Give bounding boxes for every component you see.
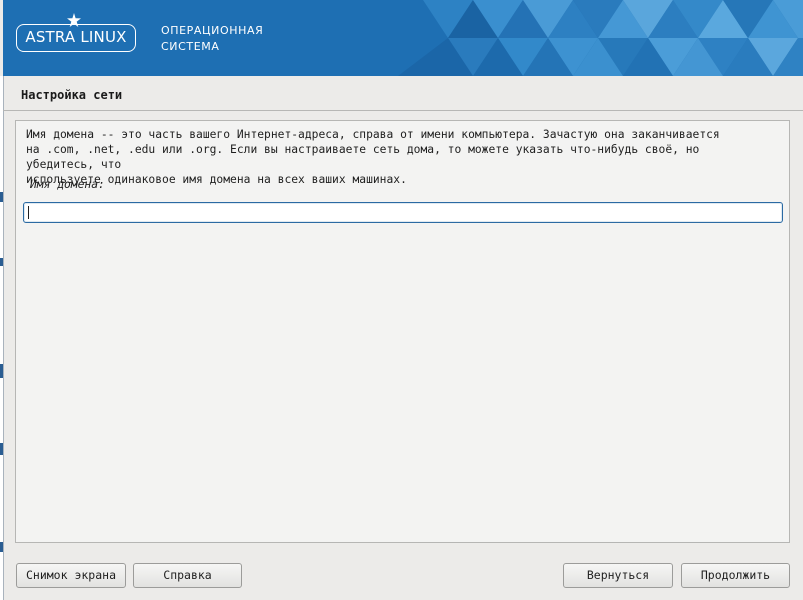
edge-mark: [0, 258, 3, 266]
domain-field-label: Имя домена:: [30, 178, 105, 191]
subtitle-line-1: ОПЕРАЦИОННАЯ: [161, 24, 264, 37]
screenshot-button[interactable]: Снимок экрана: [16, 563, 126, 588]
text-caret: [28, 206, 29, 219]
content-panel: Имя домена -- это часть вашего Интернет-…: [15, 120, 790, 543]
edge-mark: [0, 542, 3, 552]
continue-button[interactable]: Продолжить: [681, 563, 790, 588]
edge-mark: [0, 443, 3, 455]
installer-header: ASTRA LINUX ОПЕРАЦИОННАЯ СИСТЕМА: [3, 0, 803, 76]
help-button[interactable]: Справка: [133, 563, 242, 588]
edge-mark: [0, 192, 3, 202]
back-button[interactable]: Вернуться: [563, 563, 673, 588]
domain-description: Имя домена -- это часть вашего Интернет-…: [26, 128, 720, 186]
domain-name-input[interactable]: [23, 202, 783, 223]
page-title: Настройка сети: [21, 88, 123, 102]
title-divider: [3, 110, 803, 111]
header-subtitle: ОПЕРАЦИОННАЯ СИСТЕМА: [161, 23, 263, 55]
subtitle-line-2: СИСТЕМА: [161, 40, 220, 53]
astra-linux-logo: ASTRA LINUX: [16, 24, 136, 52]
edge-mark: [0, 364, 3, 378]
window-left-edge: [0, 76, 4, 600]
